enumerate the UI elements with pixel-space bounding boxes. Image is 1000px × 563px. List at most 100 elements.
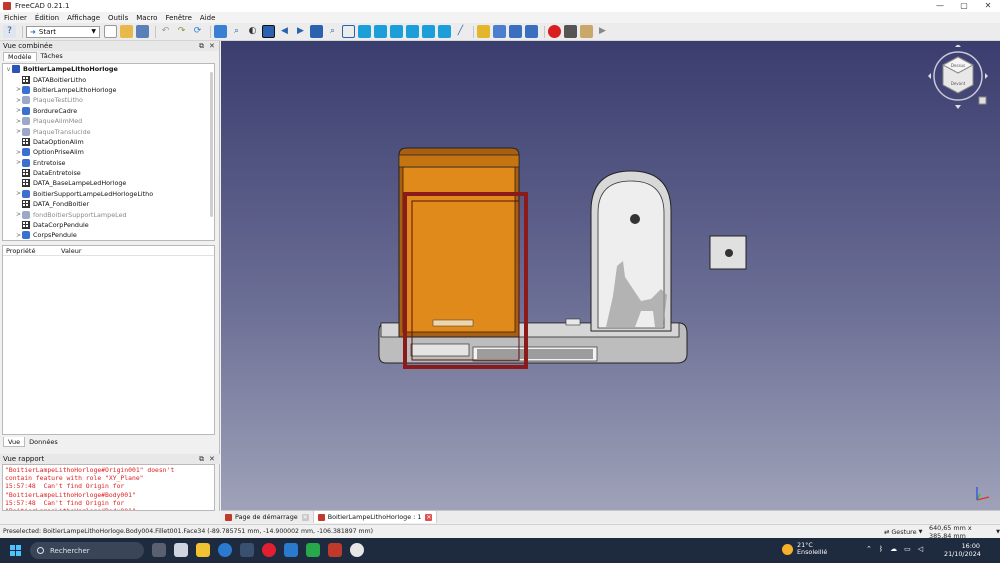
tab-taches[interactable]: Tâches — [37, 52, 67, 61]
navigation-style-selector[interactable]: ⇄ Gesture ▼ — [884, 525, 922, 539]
menu-macro[interactable]: Macro — [136, 14, 157, 22]
tree-item[interactable]: DataCorpPendule — [3, 220, 214, 230]
tree-item[interactable]: DATABoitierLitho — [3, 74, 214, 84]
close-panel-icon[interactable]: ✕ — [209, 454, 215, 464]
steam-icon[interactable] — [350, 543, 364, 557]
float-panel-icon[interactable]: ⧉ — [199, 41, 204, 51]
app-c-icon[interactable] — [284, 543, 298, 557]
link-icon[interactable] — [509, 25, 522, 38]
dimension-readout[interactable]: 640,65 mm x 385,84 mm ▼ — [929, 524, 1000, 540]
tree-expander-icon[interactable]: v — [5, 66, 12, 73]
fit-selection-icon[interactable]: ⌕ — [230, 25, 243, 38]
tree-expander-icon[interactable]: > — [15, 107, 22, 114]
tree-expander-icon[interactable]: > — [15, 149, 22, 156]
taskbar-clock[interactable]: 16:00 21/10/2024 — [944, 542, 981, 558]
macro-stop-icon[interactable] — [564, 25, 577, 38]
model-tree[interactable]: v BoitierLampeLithoHorloge DATABoitierLith… — [2, 63, 215, 241]
bottom-view-icon[interactable] — [422, 25, 435, 38]
tree-item[interactable]: > CorpsPendule — [3, 230, 214, 240]
tree-item[interactable]: DATA_FondBoitier — [3, 199, 214, 209]
navcube-front-label[interactable]: Devant — [951, 81, 966, 86]
save-icon[interactable] — [136, 25, 149, 38]
rear-view-icon[interactable] — [406, 25, 419, 38]
tree-expander-icon[interactable]: > — [15, 190, 22, 197]
back-arrow-icon[interactable]: ◀ — [278, 25, 291, 38]
front-view-icon[interactable] — [358, 25, 371, 38]
menu-outils[interactable]: Outils — [108, 14, 128, 22]
tree-item[interactable]: > BoitierLampeLithoHorloge — [3, 85, 214, 95]
whats-this-icon[interactable]: ? — [3, 25, 16, 38]
network-icon[interactable]: ▭ — [904, 545, 911, 553]
tree-item[interactable]: > PlaqueTestLitho — [3, 95, 214, 105]
task-view-icon[interactable] — [152, 543, 166, 557]
freecad-taskbar-icon[interactable] — [328, 543, 342, 557]
tree-expander-icon[interactable]: > — [15, 232, 22, 239]
link-actions-icon[interactable] — [525, 25, 538, 38]
redo-icon[interactable]: ↷ — [175, 25, 188, 38]
forward-arrow-icon[interactable]: ▶ — [294, 25, 307, 38]
taskbar-search[interactable]: Rechercher — [30, 542, 144, 559]
3d-model-render[interactable] — [221, 41, 1000, 510]
tree-expander-icon[interactable]: > — [15, 128, 22, 135]
undo-icon[interactable]: ↶ — [159, 25, 172, 38]
macro-record-icon[interactable] — [548, 25, 561, 38]
tree-item[interactable]: DataOptionAlim — [3, 137, 214, 147]
workbench-select[interactable]: ➜ Start ▼ — [26, 25, 100, 38]
tab-document[interactable]: BoitierLampeLithoHorloge : 1 ✕ — [313, 511, 438, 523]
tree-item[interactable]: > BoitierSupportLampeLedHorlogeLitho — [3, 189, 214, 199]
tree-scrollbar[interactable] — [210, 72, 213, 217]
tree-item[interactable]: v BoitierLampeLithoHorloge — [3, 64, 214, 74]
tree-item[interactable]: > PlaqueAlimMed — [3, 116, 214, 126]
float-panel-icon[interactable]: ⧉ — [199, 454, 204, 464]
menu-affichage[interactable]: Affichage — [67, 14, 100, 22]
windows-start-icon[interactable] — [10, 545, 21, 556]
file-explorer-icon[interactable] — [196, 543, 210, 557]
left-view-icon[interactable] — [438, 25, 451, 38]
macro-play-icon[interactable]: ▶ — [596, 25, 609, 38]
tree-item[interactable]: DataEntretoise — [3, 168, 214, 178]
menu-edition[interactable]: Édition — [35, 14, 59, 22]
close-tab-icon[interactable]: ✕ — [301, 513, 309, 521]
open-folder-icon[interactable] — [120, 25, 133, 38]
weather-widget[interactable]: 21°C Ensoleillé — [782, 542, 827, 556]
3d-viewport[interactable]: Dessus Devant — [221, 41, 1000, 510]
close-tab-icon[interactable]: ✕ — [425, 513, 433, 521]
maximize-button[interactable]: ▢ — [952, 0, 976, 12]
right-view-icon[interactable] — [390, 25, 403, 38]
tab-vue[interactable]: Vue — [3, 437, 26, 447]
group-icon[interactable] — [493, 25, 506, 38]
macro-edit-icon[interactable] — [580, 25, 593, 38]
part-icon[interactable] — [477, 25, 490, 38]
tab-donnees[interactable]: Données — [25, 437, 62, 447]
fit-all-icon[interactable] — [214, 25, 227, 38]
zoom-icon[interactable]: ⌕ — [326, 25, 339, 38]
tree-item[interactable]: DATA_BaseLampeLedHorloge — [3, 178, 214, 188]
tree-expander-icon[interactable]: > — [15, 159, 22, 166]
sync-view-icon[interactable] — [310, 25, 323, 38]
navcube-top-label[interactable]: Dessus — [951, 63, 965, 68]
widgets-icon[interactable] — [174, 543, 188, 557]
close-button[interactable]: ✕ — [976, 0, 1000, 12]
menu-fichier[interactable]: Fichier — [4, 14, 27, 22]
top-view-icon[interactable] — [374, 25, 387, 38]
navigation-cube[interactable]: Dessus Devant — [927, 44, 989, 117]
draw-style-icon[interactable]: ◐ — [246, 25, 259, 38]
menu-aide[interactable]: Aide — [200, 14, 215, 22]
close-panel-icon[interactable]: ✕ — [209, 41, 215, 51]
new-document-icon[interactable] — [104, 25, 117, 38]
refresh-icon[interactable]: ⟳ — [191, 25, 204, 38]
tree-expander-icon[interactable]: > — [15, 211, 22, 218]
measure-icon[interactable]: ╱ — [454, 25, 467, 38]
tree-expander-icon[interactable]: > — [15, 97, 22, 104]
tree-item[interactable]: > fondBoitierSupportLampeLed — [3, 209, 214, 219]
tree-item[interactable]: > Entretoise — [3, 158, 214, 168]
menu-fenetre[interactable]: Fenêtre — [165, 14, 191, 22]
chevron-up-icon[interactable]: ⌃ — [866, 545, 872, 553]
tree-expander-icon[interactable]: > — [15, 118, 22, 125]
minimize-button[interactable]: — — [928, 0, 952, 12]
isometric-view-icon[interactable] — [342, 25, 355, 38]
opera-icon[interactable] — [262, 543, 276, 557]
edge-browser-icon[interactable] — [218, 543, 232, 557]
cloud-icon[interactable]: ☁ — [890, 545, 897, 553]
tree-item[interactable]: > BordureCadre — [3, 106, 214, 116]
